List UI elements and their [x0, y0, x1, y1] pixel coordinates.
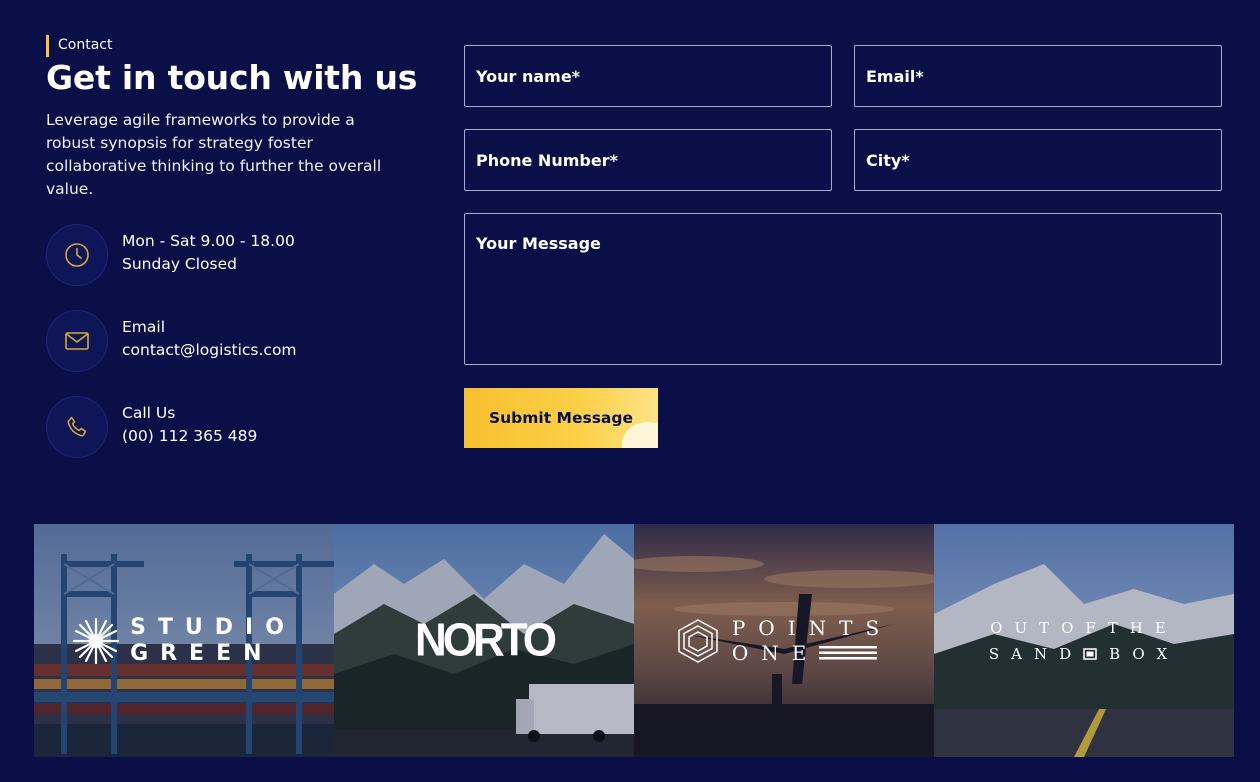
partner-logos: STUDIO GREEN NORTO POINTS ONE OUTOFTHE S… — [34, 524, 1234, 757]
studio-green-line-1: STUDIO — [130, 614, 296, 640]
hexagon-icon — [678, 618, 718, 663]
email-label: Email — [122, 318, 166, 336]
sandbox-logo: OUTOFTHE SAND BOX — [934, 524, 1234, 757]
section-description: Leverage agile frameworks to provide a r… — [46, 111, 382, 198]
hours-line-1: Mon - Sat 9.00 - 18.00 — [122, 232, 295, 250]
phone-icon — [46, 396, 108, 458]
section-eyebrow: Contact — [46, 35, 112, 57]
sandbox-line-3: BOX — [1109, 644, 1180, 663]
mail-icon — [46, 310, 108, 372]
submit-message-button[interactable]: Submit Message — [464, 388, 658, 448]
points-one-logo: POINTS ONE — [634, 524, 934, 757]
partner-tile-points-one[interactable]: POINTS ONE — [634, 524, 934, 757]
phone-info: Call Us (00) 112 365 489 — [46, 396, 406, 460]
partner-tile-norto[interactable]: NORTO — [334, 524, 634, 757]
email-address-link[interactable]: contact@logistics.com — [122, 339, 297, 362]
partner-tile-studio-green[interactable]: STUDIO GREEN — [34, 524, 334, 757]
city-input[interactable] — [854, 129, 1222, 191]
box-icon — [1083, 647, 1097, 660]
email-info: Email contact@logistics.com — [46, 310, 406, 374]
phone-number-link[interactable]: (00) 112 365 489 — [122, 425, 257, 448]
page-title: Get in touch with us — [46, 58, 418, 97]
hours-line-2: Sunday Closed — [122, 255, 237, 273]
phone-input[interactable] — [464, 129, 832, 191]
points-line-2: ONE — [731, 640, 820, 665]
norto-logo: NORTO — [334, 524, 634, 757]
sandbox-line-2: SAND — [988, 644, 1084, 663]
message-textarea[interactable] — [464, 213, 1222, 365]
starburst-icon — [72, 617, 120, 664]
points-line-1: POINTS — [731, 615, 893, 640]
partner-tile-out-of-the-sandbox[interactable]: OUTOFTHE SAND BOX — [934, 524, 1234, 757]
studio-green-logo: STUDIO GREEN — [34, 524, 334, 757]
name-input[interactable] — [464, 45, 832, 107]
stripes-icon — [819, 646, 878, 660]
norto-wordmark: NORTO — [414, 614, 557, 666]
sandbox-line-1: OUTOFTHE — [990, 618, 1178, 637]
hours-info: Mon - Sat 9.00 - 18.00 Sunday Closed — [46, 224, 406, 288]
submit-label: Submit Message — [488, 409, 634, 427]
email-input[interactable] — [854, 45, 1222, 107]
clock-icon — [46, 224, 108, 286]
studio-green-line-2: GREEN — [130, 640, 274, 666]
phone-label: Call Us — [122, 404, 176, 422]
